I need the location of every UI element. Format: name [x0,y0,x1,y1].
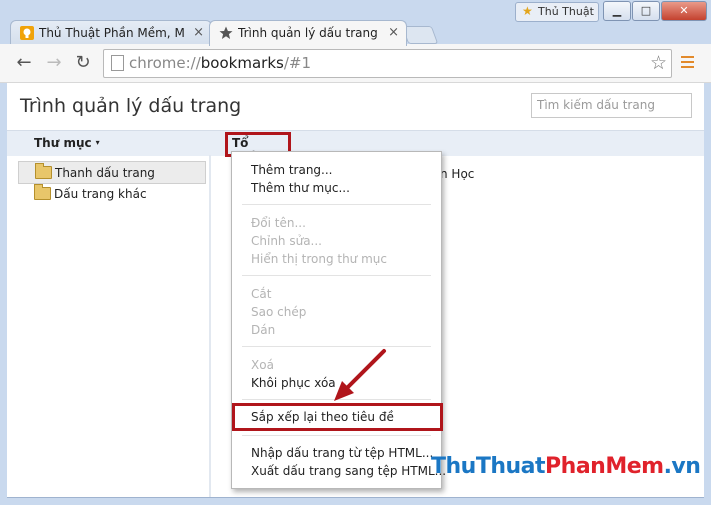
menu-separator [242,275,431,276]
menu-item-export-html[interactable]: Xuất dấu trang sang tệp HTML... [251,464,446,478]
reload-button[interactable]: ↻ [73,53,93,73]
bulb-favicon-icon [20,26,34,40]
menu-item-edit: Chỉnh sửa... [251,234,322,248]
profile-button[interactable]: ★ Thủ Thuật [515,2,599,22]
menu-item-sort-by-title[interactable]: Sắp xếp lại theo tiêu đề [251,410,394,424]
bookmark-star-icon[interactable]: ☆ [650,52,667,74]
back-button[interactable]: ← [14,53,34,73]
tab-label: Trình quản lý dấu trang [238,26,378,40]
search-input[interactable] [532,94,687,115]
menu-item-copy: Sao chép [251,305,307,319]
profile-star-icon: ★ [522,4,533,18]
menu-item-rename: Đổi tên... [251,216,306,230]
organize-dropdown-menu: Thêm trang... Thêm thư mục... Đổi tên...… [231,151,446,489]
tab-label: Thủ Thuật Phần Mềm, Má [39,26,184,40]
tree-item-bookmarks-bar[interactable]: Thanh dấu trang [18,161,206,184]
tree-item-other-bookmarks[interactable]: Dấu trang khác [18,183,204,204]
menu-separator [242,204,431,205]
tab-close-icon[interactable]: × [193,25,204,40]
forward-button[interactable]: → [44,53,64,73]
tab-strip: ★ Thủ Thuật ▁ □ ✕ Thủ Thuật Phần Mềm, Má… [0,0,711,46]
chevron-down-icon: ▾ [95,138,100,147]
page-icon [111,55,124,71]
maximize-button[interactable]: □ [632,1,660,21]
star-favicon-icon [219,26,233,39]
folders-label: Thư mục [34,136,92,150]
menu-item-undo-delete[interactable]: Khôi phục xóa [251,376,336,390]
tree-item-label: Thanh dấu trang [55,166,155,180]
menu-item-import-html[interactable]: Nhập dấu trang từ tệp HTML... [251,446,433,460]
menu-item-paste: Dán [251,323,276,337]
tab-bookmarks[interactable]: Trình quản lý dấu trang × [209,20,407,46]
menu-item-add-folder[interactable]: Thêm thư mục... [251,181,350,195]
menu-item-show-in-folder: Hiển thị trong thư mục [251,252,387,266]
chrome-menu-icon[interactable] [681,56,694,69]
minimize-button[interactable]: ▁ [603,1,631,21]
annotation-arrow-icon [334,349,386,401]
tab-thuthuat[interactable]: Thủ Thuật Phần Mềm, Má × [10,20,212,46]
tree-item-label: Dấu trang khác [54,187,147,201]
address-bar[interactable]: chrome://bookmarks/#1 ☆ [103,49,672,78]
new-tab-button[interactable] [401,26,439,44]
folders-menu-button[interactable]: Thư mục ▾ [34,136,100,150]
tab-close-icon[interactable]: × [388,25,399,40]
url-text: chrome://bookmarks/#1 [129,54,311,72]
close-window-button[interactable]: ✕ [661,1,707,21]
browser-toolbar: ← → ↻ chrome://bookmarks/#1 ☆ [0,44,711,83]
open-folder-icon [35,163,52,179]
menu-item-delete: Xoá [251,358,274,372]
menu-item-add-page[interactable]: Thêm trang... [251,163,332,177]
list-item-partial[interactable]: n Học [440,167,474,181]
folder-tree: Thanh dấu trang Dấu trang khác [7,155,211,497]
page-title: Trình quản lý dấu trang [20,95,242,117]
search-box[interactable] [531,93,692,118]
menu-item-cut: Cắt [251,287,272,301]
watermark-logo: ThuThuatPhanMem.vn [431,454,701,479]
profile-name: Thủ Thuật [538,5,594,18]
window-bottom-edge [7,497,704,498]
folder-icon [34,184,51,200]
menu-separator [242,435,431,436]
